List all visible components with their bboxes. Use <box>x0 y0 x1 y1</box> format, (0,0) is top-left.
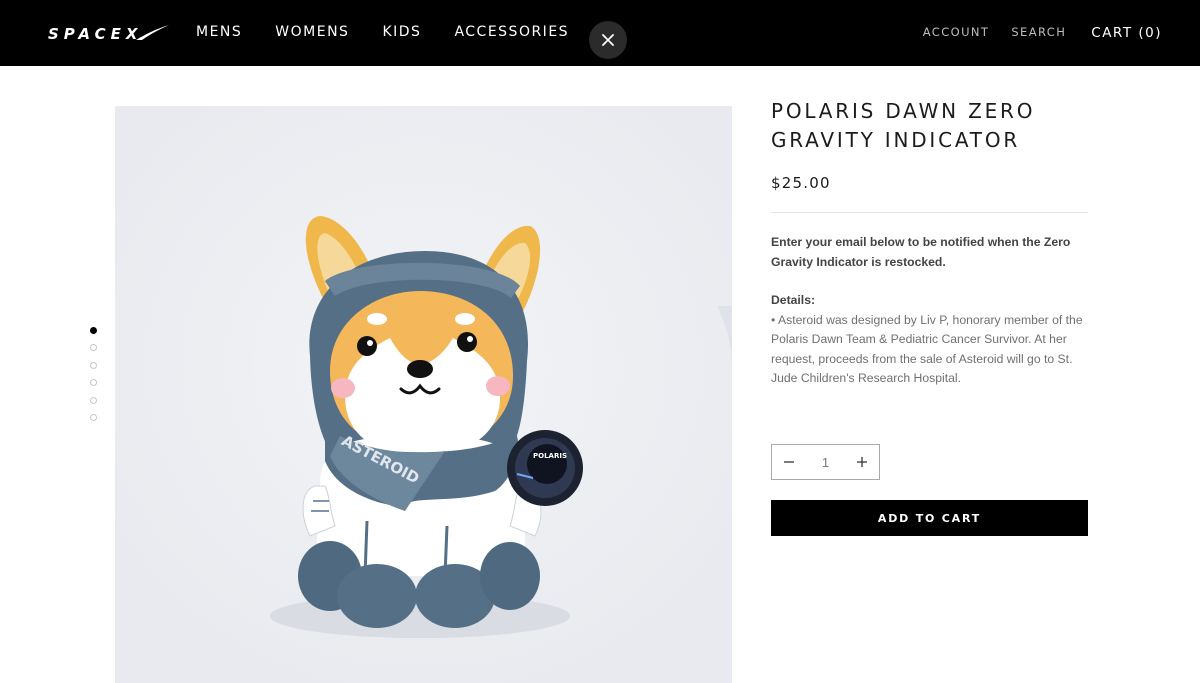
gallery-dots <box>90 327 100 431</box>
details-text: • Asteroid was designed by Liv P, honora… <box>771 312 1083 386</box>
gallery-dot-1[interactable] <box>90 327 97 334</box>
product-price: $25.00 <box>771 174 831 192</box>
close-button[interactable] <box>589 21 627 59</box>
divider <box>771 212 1088 213</box>
nav-mens[interactable]: MENS <box>196 24 242 40</box>
quantity-input[interactable] <box>808 453 843 471</box>
nav-accessories[interactable]: ACCESSORIES <box>454 24 569 40</box>
product-title: POLARIS DAWN ZERO GRAVITY INDICATOR <box>771 99 1036 152</box>
gallery-dot-4[interactable] <box>90 379 97 387</box>
product-info: POLARIS DAWN ZERO GRAVITY INDICATOR $25.… <box>771 97 1089 389</box>
gallery-dot-3[interactable] <box>90 361 97 369</box>
logo-swoosh-icon <box>136 25 169 40</box>
account-nav: ACCOUNT SEARCH CART (0) <box>901 24 1162 41</box>
plus-icon <box>857 457 867 467</box>
details-heading: Details: <box>771 293 816 307</box>
gallery-dot-2[interactable] <box>90 344 97 352</box>
close-icon <box>602 34 614 46</box>
spacex-logo[interactable]: SPACEX <box>48 22 169 46</box>
minus-icon <box>784 461 794 463</box>
restock-notice: Enter your email below to be notified wh… <box>771 235 1071 269</box>
nav-kids[interactable]: KIDS <box>382 24 421 40</box>
main-nav: MENS WOMENS KIDS ACCESSORIES <box>196 24 602 40</box>
account-link[interactable]: ACCOUNT <box>923 24 990 41</box>
search-link[interactable]: SEARCH <box>1011 24 1066 41</box>
add-to-cart-button[interactable]: ADD TO CART <box>771 500 1088 536</box>
quantity-stepper <box>771 444 880 480</box>
plush-illustration: ASTEROID POLARIS <box>115 106 732 683</box>
product-image[interactable]: ASTEROID POLARIS <box>115 106 732 683</box>
decrease-button[interactable] <box>772 445 806 479</box>
cart-link[interactable]: CART (0) <box>1091 25 1162 41</box>
logo-text: SPACEX <box>48 25 143 43</box>
site-header: SPACEX MENS WOMENS KIDS ACCESSORIES ACCO… <box>0 0 1200 66</box>
gallery-dot-5[interactable] <box>90 396 97 404</box>
increase-button[interactable] <box>845 445 879 479</box>
nav-womens[interactable]: WOMENS <box>275 24 349 40</box>
patch-label: POLARIS <box>533 452 567 460</box>
gallery-dot-6[interactable] <box>90 413 97 421</box>
